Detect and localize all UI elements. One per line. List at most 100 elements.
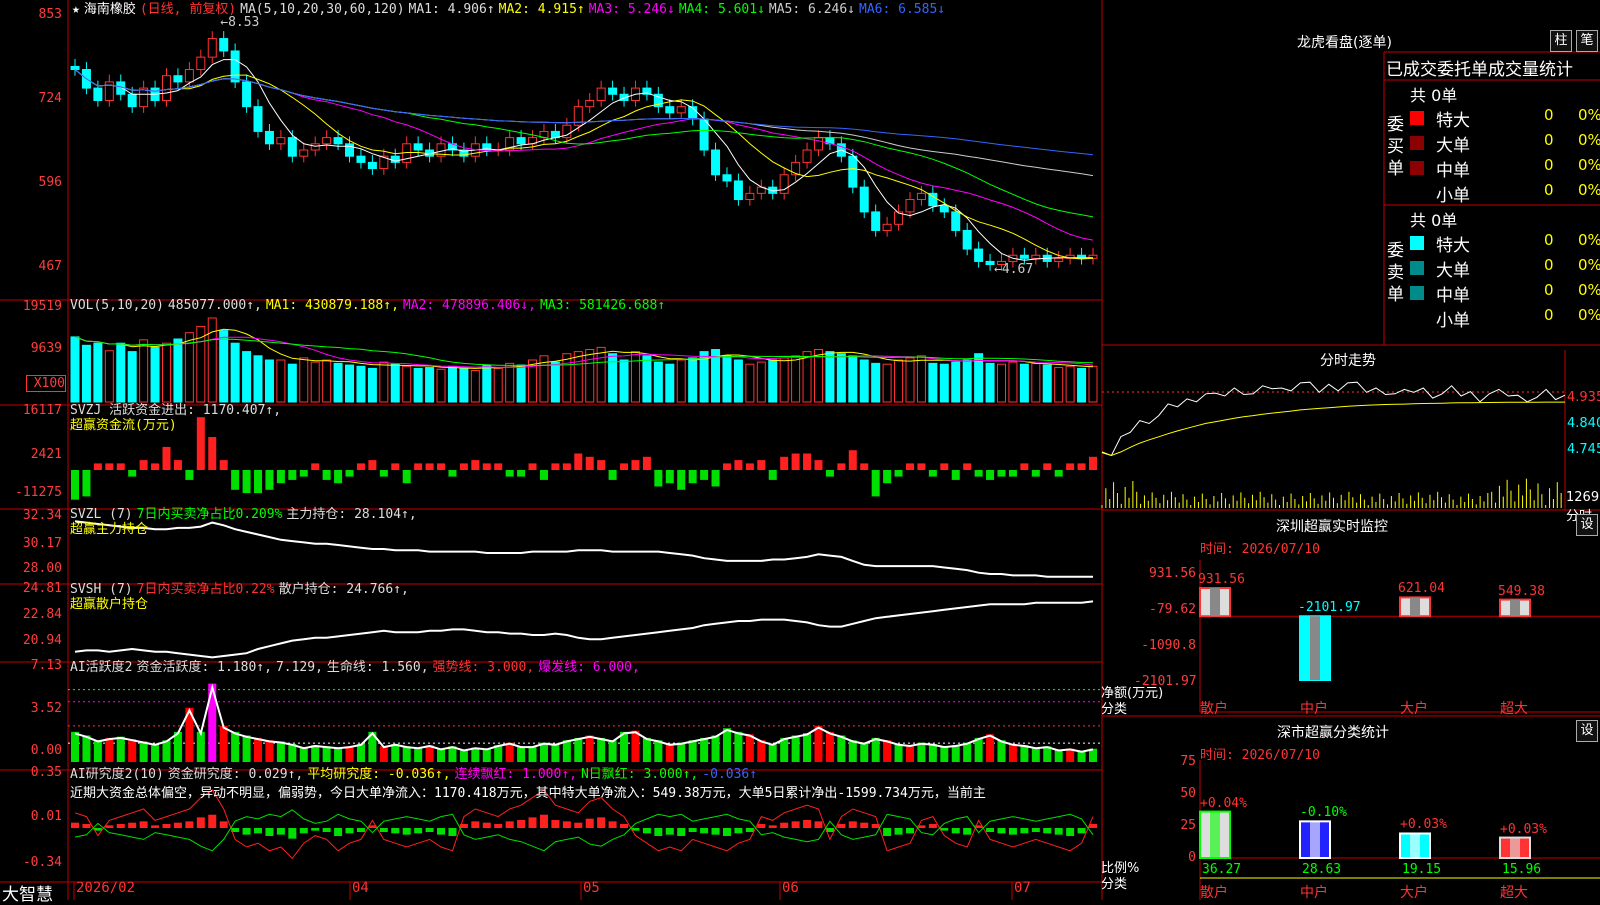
ai2-header-item: 连续飘红: 1.000↑, [454,767,577,782]
flow-bar [231,470,240,490]
sz-cat: 分类 [1101,702,1128,717]
activity-bar [585,735,594,762]
fenshi-title: 分时走势 [1320,353,1376,369]
fl-bar-shade [1210,811,1220,858]
research-bar [254,828,263,834]
volume-bar [825,351,835,403]
flow-bar [745,463,754,470]
volume-bar [859,359,869,403]
ma1-line [74,59,1093,261]
fl-bar-value: 19.15 [1402,862,1442,877]
order-stats-tabs[interactable]: 已成交委托单成交量统计 [1386,55,1573,80]
activity-bar [928,743,937,762]
activity-bar [265,740,274,762]
date-label: 2026/02 [76,880,136,896]
fl-time: 时间: 2026/07/10 [1200,748,1320,763]
volume-bar [791,355,801,403]
tick-view-button[interactable]: 笔 [1576,30,1598,52]
flow-bar [356,463,365,470]
research-bar [1077,828,1086,834]
sz-bar-value: -2101.97 [1298,600,1361,616]
flow-bar [688,470,697,484]
fl-bar-value: 15.96 [1502,862,1542,877]
flow-bar [70,470,80,500]
volume-bar [630,351,640,403]
order-percent: 0% [1578,281,1600,299]
research-bar [539,814,548,828]
research-bar [848,821,857,828]
candle-body [127,93,137,108]
flow-bar [585,456,594,470]
candle-body [322,137,332,145]
sz-bar-shade [1510,599,1520,617]
research-bar [219,821,228,828]
kline-header-item: MA5: 6.246↓ [768,2,855,17]
volume-bar [139,339,149,403]
ai1-axis-label: 3.52 [30,701,62,716]
date-label: 07 [1014,880,1031,896]
ai1-header-item: 生命线: 1.560, [326,660,429,675]
research-bar [391,828,400,834]
candle-body [1019,254,1029,259]
research-bar [688,828,697,832]
fl-bar-change: +0.03% [1500,821,1547,837]
candle-body [516,137,526,145]
fl-settings-button[interactable]: 设 [1576,720,1598,742]
volume-bar [470,370,480,403]
activity-bar [482,748,491,762]
research-bar [276,828,285,835]
volume-bar [493,367,503,403]
candle-body [219,38,229,52]
ai1-header-item: 爆发线: 6.000, [538,660,640,675]
order-size-label: 中单 [1436,286,1470,306]
research-bar [265,828,274,836]
fenshi-axis-label: 4.745 [1567,442,1600,457]
candle-body [974,248,984,262]
candle-body [333,137,343,145]
volume-bar [436,368,446,403]
volume-bar [779,357,789,403]
sz-category: 超大 [1500,701,1528,717]
flow-bar [437,463,446,470]
fl-bar-value: 36.27 [1202,862,1242,877]
volume-bar [573,351,583,403]
activity-bar [825,731,834,762]
svsh-header-item: SVSH (7) [70,582,133,597]
order-percent: 0% [1578,181,1600,199]
activity-bar [242,735,251,762]
activity-bar [871,737,880,762]
activity-bar [974,737,983,762]
activity-bar [219,725,228,762]
candle-body [905,199,915,213]
sz-bar-value: 931.56 [1198,572,1245,587]
research-bar [528,817,537,828]
order-count: 0 [1544,156,1554,174]
sz-bar-value: 549.38 [1498,583,1545,599]
activity-bar [70,731,80,762]
ai2-header: AI研究度2(10) 资金研究度: 0.029↑, 平均研究度: -0.036↑, 连… [70,767,765,782]
fenshi-axis-label: 4.935 [1567,390,1600,405]
sz-settings-button[interactable]: 设 [1576,514,1598,536]
column-view-button[interactable]: 柱 [1550,30,1572,52]
flow-bar [494,463,503,470]
activity-bar [608,740,617,762]
flow-bar [482,463,491,470]
research-bar [963,828,972,835]
sz-category: 大户 [1400,701,1428,717]
volume-bar [207,317,217,403]
order-size-label: 大单 [1436,261,1470,281]
flow-bar [997,470,1006,477]
sz-category: 散户 [1200,701,1228,717]
order-percent: 0% [1578,231,1600,249]
volume-bar [505,362,515,403]
flow-bar [905,463,914,470]
candle-body [596,87,606,101]
activity-bar [116,736,125,762]
chart-canvas: ←8.53 ←4.67 [0,0,1600,900]
research-bar [654,828,663,836]
kline-header-item: MA6: 6.585↓ [859,2,946,17]
flow-bar [334,470,343,484]
research-bar [505,821,514,828]
candle-body [585,99,595,108]
volume-bar [104,350,114,403]
